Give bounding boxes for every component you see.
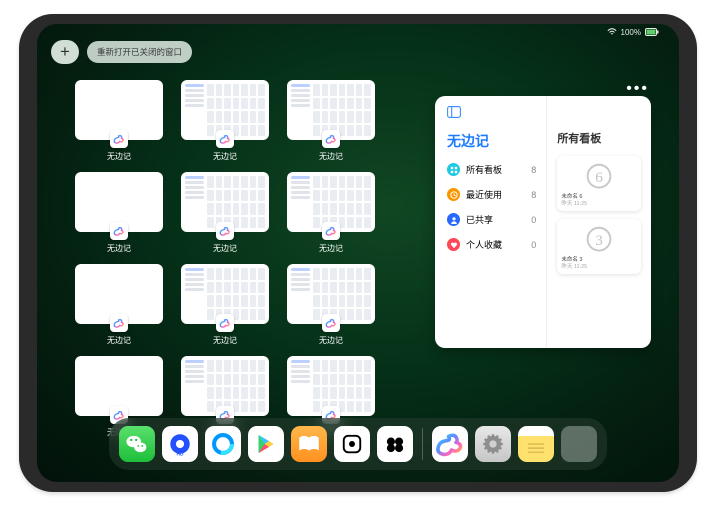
sidebar-row-count: 0 bbox=[531, 215, 536, 225]
freeform-icon bbox=[322, 222, 340, 240]
wifi-icon bbox=[607, 28, 617, 38]
sidebar-row[interactable]: 最近使用 8 bbox=[447, 188, 536, 201]
reopen-label: 重新打开已关闭的窗口 bbox=[97, 46, 182, 58]
thumbnail-label: 无边记 bbox=[107, 151, 131, 162]
window-thumbnail[interactable]: 无边记 bbox=[285, 264, 377, 346]
grid-icon bbox=[447, 163, 460, 176]
sketch-icon: 3 bbox=[580, 223, 618, 257]
sidebar-row-count: 8 bbox=[531, 165, 536, 175]
sidebar-row-label: 已共享 bbox=[466, 213, 493, 226]
thumbnail-label: 无边记 bbox=[319, 335, 343, 346]
notes-icon[interactable] bbox=[518, 426, 554, 462]
sidebar-row-label: 个人收藏 bbox=[466, 238, 502, 251]
svg-text:6: 6 bbox=[595, 169, 603, 186]
board-name: 未命名 6 bbox=[561, 194, 637, 201]
freeform-icon bbox=[216, 222, 234, 240]
freeform-app-title: 无边记 bbox=[447, 131, 536, 151]
thumbnail-label: 无边记 bbox=[213, 151, 237, 162]
reopen-closed-window-button[interactable]: 重新打开已关闭的窗口 bbox=[87, 41, 192, 63]
svg-text:3: 3 bbox=[595, 232, 603, 249]
freeform-boards-column: 所有看板 6未命名 6昨天 11:253未命名 3昨天 11:25 bbox=[547, 96, 651, 348]
battery-icon bbox=[645, 28, 659, 38]
heart-icon bbox=[447, 238, 460, 251]
all-boards-title: 所有看板 bbox=[557, 130, 641, 146]
thumbnail-card bbox=[75, 172, 163, 232]
wechat-icon[interactable] bbox=[119, 426, 155, 462]
books-icon[interactable] bbox=[291, 426, 327, 462]
thumbnail-label: 无边记 bbox=[319, 243, 343, 254]
sidebar-row-label: 所有看板 bbox=[466, 163, 502, 176]
thumbnail-label: 无边记 bbox=[213, 243, 237, 254]
dice-icon[interactable] bbox=[334, 426, 370, 462]
board-time: 昨天 11:25 bbox=[561, 264, 637, 271]
ipad-frame: 100% + 重新打开已关闭的窗口 无边记无边记无边记无边记无边记无边记无边记无… bbox=[19, 14, 697, 492]
window-thumbnail[interactable]: 无边记 bbox=[73, 172, 165, 254]
window-thumbnail[interactable]: 无边记 bbox=[179, 264, 271, 346]
dock: HD bbox=[109, 418, 607, 470]
freeform-icon bbox=[322, 130, 340, 148]
board-thumbnail[interactable]: 3 未命名 3昨天 11:25 bbox=[557, 219, 641, 274]
controller-icon[interactable] bbox=[377, 426, 413, 462]
sidebar-row[interactable]: 所有看板 8 bbox=[447, 163, 536, 176]
battery-pct: 100% bbox=[621, 29, 641, 37]
thumbnail-label: 无边记 bbox=[213, 335, 237, 346]
freeform-sidebar-thumbnail[interactable]: ••• 无边记 所有看板8最近使用8已共享0个人收藏0 所有看板 6未命名 6昨… bbox=[435, 96, 651, 348]
window-thumbnail[interactable]: 无边记 bbox=[179, 172, 271, 254]
play-store-icon[interactable] bbox=[248, 426, 284, 462]
sidebar-row[interactable]: 已共享 0 bbox=[447, 213, 536, 226]
sidebar-row[interactable]: 个人收藏 0 bbox=[447, 238, 536, 251]
board-time: 昨天 11:25 bbox=[561, 201, 637, 208]
sidebar-row-count: 0 bbox=[531, 240, 536, 250]
q-browser-icon[interactable] bbox=[205, 426, 241, 462]
sketch-icon: 6 bbox=[580, 160, 618, 194]
thumbnail-label: 无边记 bbox=[107, 243, 131, 254]
svg-text:HD: HD bbox=[176, 451, 184, 457]
clock-icon bbox=[447, 188, 460, 201]
freeform-sidebar-left: 无边记 所有看板 8 最近使用 8 已共享 0 个人收藏 0 bbox=[435, 96, 547, 348]
window-thumbnail[interactable]: 无边记 bbox=[285, 80, 377, 162]
thumbnail-card bbox=[75, 356, 163, 416]
window-thumbnail[interactable]: 无边记 bbox=[285, 172, 377, 254]
settings-icon[interactable] bbox=[475, 426, 511, 462]
dock-divider bbox=[422, 428, 423, 460]
thumbnail-card bbox=[75, 80, 163, 140]
window-thumbnail[interactable]: 无边记 bbox=[73, 264, 165, 346]
ipad-screen: 100% + 重新打开已关闭的窗口 无边记无边记无边记无边记无边记无边记无边记无… bbox=[37, 24, 679, 482]
recent-apps-icon[interactable] bbox=[561, 426, 597, 462]
sidebar-toggle-icon bbox=[447, 106, 536, 121]
thumbnail-label: 无边记 bbox=[319, 151, 343, 162]
add-window-button[interactable]: + bbox=[51, 40, 79, 64]
person-icon bbox=[447, 213, 460, 226]
freeform-icon bbox=[216, 130, 234, 148]
window-thumbnail-grid: 无边记无边记无边记无边记无边记无边记无边记无边记无边记无边记无边记无边记 bbox=[73, 80, 377, 438]
window-thumbnail[interactable]: 无边记 bbox=[179, 80, 271, 162]
thumbnail-label: 无边记 bbox=[107, 335, 131, 346]
freeform-icon[interactable] bbox=[432, 426, 468, 462]
sidebar-row-label: 最近使用 bbox=[466, 188, 502, 201]
thumbnail-card bbox=[75, 264, 163, 324]
browser-icon[interactable]: HD bbox=[162, 426, 198, 462]
status-bar: 100% bbox=[607, 28, 659, 38]
board-name: 未命名 3 bbox=[561, 257, 637, 264]
top-controls: + 重新打开已关闭的窗口 bbox=[51, 40, 192, 64]
freeform-icon bbox=[216, 314, 234, 332]
board-thumbnail[interactable]: 6 未命名 6昨天 11:25 bbox=[557, 156, 641, 211]
sidebar-row-count: 8 bbox=[531, 190, 536, 200]
window-thumbnail[interactable]: 无边记 bbox=[73, 80, 165, 162]
freeform-icon bbox=[322, 314, 340, 332]
